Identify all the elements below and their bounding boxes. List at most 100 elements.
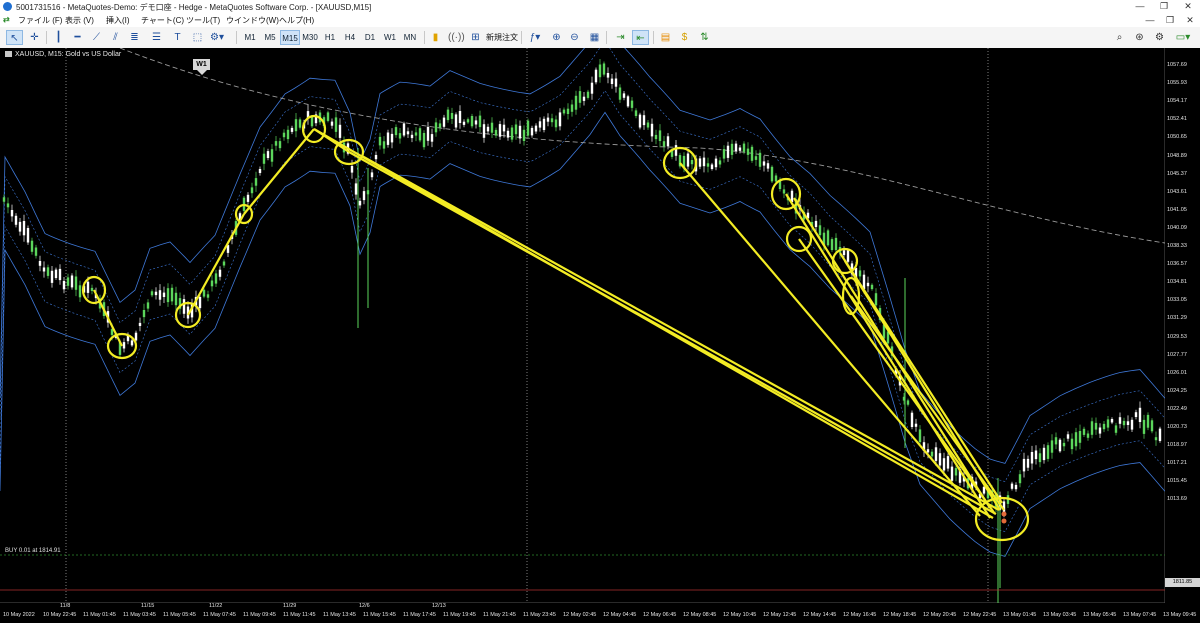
candle-body <box>58 268 62 281</box>
candle-body <box>14 215 18 225</box>
menu-file[interactable]: ファイル (F) <box>18 15 62 26</box>
candle-body <box>386 132 390 145</box>
candle-body <box>370 172 374 178</box>
time-axis-label: 10 May 22:45 <box>43 612 77 618</box>
objects-dropdown-icon[interactable]: ⚙▾ <box>208 30 226 45</box>
close-button[interactable]: ✕ <box>1176 0 1200 13</box>
indicators-icon[interactable]: ƒ▾ <box>524 30 546 45</box>
channel-icon[interactable]: ⫽ <box>108 30 123 45</box>
timeframe-m5[interactable]: M5 <box>260 30 280 45</box>
menu-window[interactable]: ウインドウ(W) <box>226 15 279 26</box>
vertical-line-icon[interactable]: ┃ <box>51 30 66 45</box>
zoom-out-icon[interactable]: ⊖ <box>567 30 582 45</box>
timeframe-h4[interactable]: H4 <box>340 30 360 45</box>
timeframe-mn[interactable]: MN <box>400 30 420 45</box>
timeframe-w1[interactable]: W1 <box>380 30 400 45</box>
price-scale-label: 1034.81 <box>1167 279 1187 286</box>
chart-shift-icon[interactable]: ⇥ <box>612 30 629 45</box>
time-axis[interactable]: 10 May 2022 10 May 22:45 11 May 01:45 11 Ma… <box>0 603 1196 623</box>
candle-body <box>598 64 602 78</box>
chart-area[interactable]: XAUUSD, M15: Gold vs US Dollar W1 BUY 0.… <box>0 48 1200 623</box>
timeframe-m30[interactable]: M30 <box>300 30 320 45</box>
mdi-minimize-button[interactable]: — <box>1140 13 1160 27</box>
candle-body <box>62 281 66 290</box>
settings-icon[interactable]: ⚙ <box>1152 30 1167 45</box>
cursor-icon[interactable]: ↖ <box>6 30 23 45</box>
candle-body <box>34 247 38 256</box>
candle-body <box>454 114 458 128</box>
candle-body <box>510 127 514 140</box>
week-badge[interactable]: W1 <box>193 59 210 70</box>
candle-body <box>478 115 482 128</box>
zoom-in-icon[interactable]: ⊕ <box>549 30 564 45</box>
timeframe-h1[interactable]: H1 <box>320 30 340 45</box>
menu-view[interactable]: 表示 (V) <box>65 15 94 26</box>
candle-body <box>618 87 622 100</box>
gann-icon[interactable]: ☰ <box>149 30 164 45</box>
signal-icon[interactable]: ((·)) <box>448 30 465 45</box>
mt5-menu-icon[interactable]: ⇄ <box>3 15 10 24</box>
candle-body <box>282 132 286 138</box>
search-icon[interactable]: ⌕ <box>1112 30 1127 45</box>
candle-body <box>582 96 586 101</box>
candle-body <box>782 189 786 194</box>
grid-icon[interactable]: ▦ <box>587 30 602 45</box>
price-scale[interactable]: 1057.69 1055.93 1054.17 1052.41 1050.65 1048.… <box>1165 48 1200 603</box>
candle-body <box>942 458 946 471</box>
price-scale-label: 1024.25 <box>1167 387 1187 394</box>
timeframe-m15[interactable]: M15 <box>280 30 300 45</box>
menu-insert[interactable]: 挿入(I) <box>106 15 130 26</box>
candle-body <box>642 115 646 126</box>
timeframe-d1[interactable]: D1 <box>360 30 380 45</box>
lock-icon[interactable]: ▮ <box>428 30 443 45</box>
timeframe-m1[interactable]: M1 <box>240 30 260 45</box>
candle-body <box>1062 442 1066 447</box>
mdi-restore-button[interactable]: ❐ <box>1160 13 1180 27</box>
candle-body <box>166 288 170 303</box>
candle-body <box>134 332 138 341</box>
candle-body <box>158 290 162 300</box>
candle-body <box>446 109 450 121</box>
candle-body <box>1110 419 1114 423</box>
autoscroll-icon[interactable]: ⇤ <box>632 30 649 45</box>
candle-body <box>374 155 378 160</box>
candle-body <box>466 119 470 123</box>
price-scale-label: 1033.05 <box>1167 297 1187 304</box>
menu-chart[interactable]: チャート(C) <box>141 15 184 26</box>
menu-tools[interactable]: ツール(T) <box>186 15 220 26</box>
dollar-icon[interactable]: $ <box>677 30 692 45</box>
menu-help[interactable]: ヘルプ(H) <box>279 15 314 26</box>
mdi-close-button[interactable]: ✕ <box>1180 13 1200 27</box>
algo-trading-icon[interactable]: ⇅ <box>697 30 712 45</box>
price-chart[interactable] <box>0 48 1165 603</box>
candle-body <box>198 297 202 309</box>
candle-body <box>286 129 290 140</box>
text-icon[interactable]: T <box>170 30 185 45</box>
candle-body <box>414 132 418 136</box>
candle-body <box>918 429 922 443</box>
candle-body <box>246 194 250 202</box>
templates-icon[interactable]: ▤ <box>658 30 673 45</box>
maximize-button[interactable]: ❐ <box>1152 0 1176 13</box>
candle-body <box>482 124 486 138</box>
profiles-icon[interactable]: ▭▾ <box>1172 30 1194 45</box>
candle-body <box>206 294 210 298</box>
new-order-icon[interactable]: ⊞ <box>468 30 483 45</box>
fibonacci-icon[interactable]: ≣ <box>127 30 142 45</box>
time-axis-label: 11 May 07:45 <box>203 612 236 618</box>
new-order-button[interactable]: 新規注文 <box>486 30 518 45</box>
trend-line-icon[interactable]: ⟋ <box>89 30 104 45</box>
candle-body <box>506 130 510 138</box>
minimize-button[interactable]: — <box>1128 0 1152 13</box>
horizontal-line-icon[interactable]: ━ <box>70 30 85 45</box>
shapes-icon[interactable]: ⬚ <box>190 30 205 45</box>
window-controls: — ❐ ✕ <box>1128 0 1200 13</box>
candle-body <box>54 269 58 278</box>
candle-body <box>486 126 490 132</box>
candle-body <box>458 111 462 123</box>
candle-body <box>638 114 642 128</box>
candle-body <box>338 124 342 138</box>
community-icon[interactable]: ⊛ <box>1132 30 1147 45</box>
candle-body <box>866 282 870 287</box>
crosshair-icon[interactable]: ✛ <box>27 30 42 45</box>
